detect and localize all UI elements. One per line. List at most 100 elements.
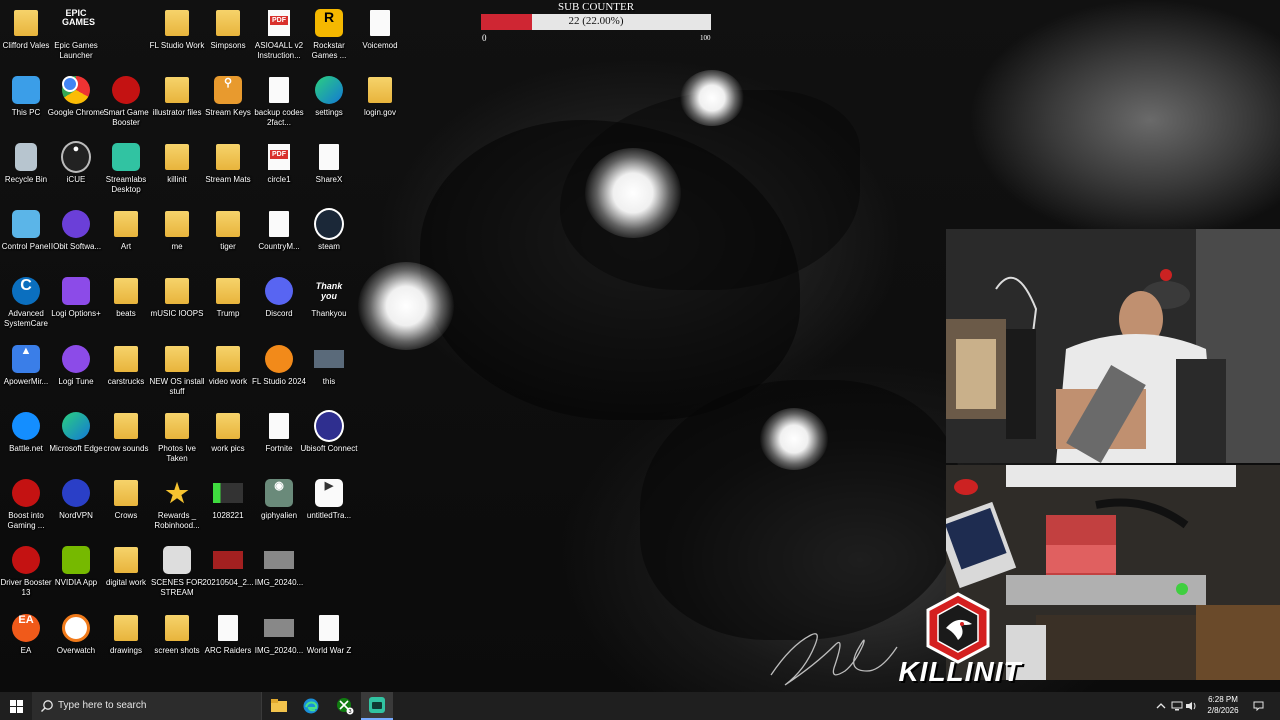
taskbar-xbox[interactable]: 3 [329,692,361,720]
desktop-icon[interactable]: crow sounds [100,407,152,471]
desktop-icon[interactable]: Driver Booster 13 [0,541,52,605]
desktop-icon[interactable]: Simpsons [202,4,254,68]
desktop-icon[interactable]: settings [303,71,355,135]
desktop-icon-label: screen shots [154,646,200,655]
desktop-icon[interactable]: mUSIC lOOPS [151,272,203,336]
xbox-icon: 3 [337,698,354,715]
desktop-icon[interactable]: this [303,340,355,404]
desktop-icon[interactable]: Thank you Thankyou [303,272,355,336]
desktop-icon[interactable]: video work [202,340,254,404]
desktop-icon[interactable]: carstrucks [100,340,152,404]
desktop-icon[interactable]: ▲ ApowerMir... [0,340,52,404]
desktop-icon-label: SCENES FOR STREAM [150,578,203,597]
desktop-icon[interactable]: backup codes 2fact... [253,71,305,135]
desktop-icon[interactable]: killinit [151,138,203,202]
desktop-icon[interactable]: illustrator files [151,71,203,135]
desktop-icon[interactable]: Discord [253,272,305,336]
desktop-icon[interactable]: tiger [202,205,254,269]
folder-icon [111,276,141,306]
notification-button[interactable] [1250,692,1266,720]
desktop-icon[interactable]: ASIO4ALL v2 Instruction... [253,4,305,68]
desktop-icon[interactable]: Battle.net [0,407,52,471]
desktop-icon[interactable]: NEW OS install stuff [149,340,205,404]
desktop-icon[interactable]: Clifford Vales [0,4,52,68]
icue-icon: ● [61,141,91,173]
image-thumbnail-icon [314,344,344,374]
start-button[interactable] [0,692,32,720]
desktop-icon[interactable]: Microsoft Edge [49,407,103,471]
chrome-icon [61,75,91,105]
desktop-icon[interactable]: work pics [202,407,254,471]
desktop-icon[interactable]: Voicemod [354,4,406,68]
desktop-icon[interactable]: 1028221 [202,474,254,538]
desktop-icon[interactable]: circle1 [253,138,305,202]
desktop-icon[interactable]: me [151,205,203,269]
desktop-icon-label: illustrator files [152,108,202,117]
desktop-icon-label: FL Studio Work [149,41,205,50]
desktop-icon[interactable]: login.gov [354,71,406,135]
desktop-icon[interactable]: C Advanced SystemCare [0,272,52,336]
folder-icon [213,276,243,306]
desktop-icon-label: Thankyou [311,309,347,318]
desktop-icon[interactable]: ◉ giphyalien [253,474,305,538]
desktop-icon[interactable]: Photos Ive Taken [151,407,203,471]
desktop-icon[interactable]: ShareX [303,138,355,202]
desktop-icon[interactable]: Ubisoft Connect [301,407,357,471]
desktop-icon[interactable]: Crows [100,474,152,538]
desktop-icon[interactable]: Overwatch [50,609,102,673]
desktop-icon[interactable]: Logi Tune [50,340,102,404]
desktop-icon[interactable]: Google Chrome [48,71,104,135]
desktop-icon[interactable]: R Rockstar Games ... [303,4,355,68]
desktop-icon[interactable]: drawings [100,609,152,673]
desktop-icon[interactable]: 20210504_2... [202,541,254,605]
desktop-icon[interactable]: Trump [202,272,254,336]
desktop-icon[interactable]: ARC Raiders [202,609,254,673]
desktop-icon[interactable]: FL Studio 2024 [252,340,306,404]
tray-overflow-chevron[interactable] [1154,692,1168,720]
overwatch-icon [61,613,91,643]
tray-network[interactable] [1170,692,1184,720]
desktop-icon[interactable]: NVIDIA App [50,541,102,605]
document-icon [314,613,344,643]
desktop-icon[interactable]: ▶ untitledTra... [303,474,355,538]
taskbar-clock[interactable]: 6:28 PM 2/8/2026 [1196,694,1250,716]
desktop-icon-label: 1028221 [212,511,244,520]
taskbar-file-explorer[interactable] [263,692,295,720]
desktop-icon[interactable]: SCENES FOR STREAM [151,541,203,605]
taskbar-edge[interactable] [295,692,327,720]
desktop-icon[interactable]: Streamlabs Desktop [100,138,152,202]
desktop-icon[interactable]: This PC [0,71,52,135]
desktop-icon[interactable]: World War Z [303,609,355,673]
taskbar-search-box[interactable]: Type here to search [32,692,262,720]
desktop-icon-label: Epic Games Launcher [54,41,98,60]
desktop-icon[interactable]: ● iCUE [50,138,102,202]
desktop-icon[interactable]: EPIC GAMES Epic Games Launcher [50,4,102,68]
taskbar-streamlabs[interactable] [361,692,393,720]
desktop-icon[interactable]: IMG_20240... [253,541,305,605]
desktop-icon[interactable]: Fortnite [253,407,305,471]
edge-icon [314,75,344,105]
desktop-icon[interactable]: beats [100,272,152,336]
desktop-icon[interactable]: Logi Options+ [50,272,102,336]
desktop-icon[interactable]: Smart Game Booster [100,71,152,135]
desktop-icon[interactable]: CountryM... [253,205,305,269]
desktop-icon[interactable]: EA EA [0,609,52,673]
desktop-icon[interactable]: Art [100,205,152,269]
desktop-icon[interactable]: ⚲ Stream Keys [202,71,254,135]
desktop-icon[interactable]: ★ Rewards _ Robinhood... [151,474,203,538]
desktop-icon[interactable]: steam [303,205,355,269]
desktop-icon[interactable]: Control Panel [0,205,52,269]
desktop-icon-label: crow sounds [103,444,149,453]
desktop-icon[interactable]: screen shots [151,609,203,673]
desktop-icon[interactable]: IMG_20240... [253,609,305,673]
desktop-icon[interactable]: digital work [100,541,152,605]
desktop-icon[interactable]: Recycle Bin [0,138,52,202]
desktop-icon-label: Art [120,242,132,251]
desktop-icon[interactable]: Stream Mats [202,138,254,202]
desktop-icon[interactable]: IObit Softwa... [50,205,102,269]
windows-icon [9,699,23,713]
desktop-icon[interactable]: Boost into Gaming ... [0,474,52,538]
desktop-icon[interactable]: NordVPN [50,474,102,538]
clock-date: 2/8/2026 [1207,706,1239,715]
desktop-icon[interactable]: FL Studio Work [149,4,205,68]
